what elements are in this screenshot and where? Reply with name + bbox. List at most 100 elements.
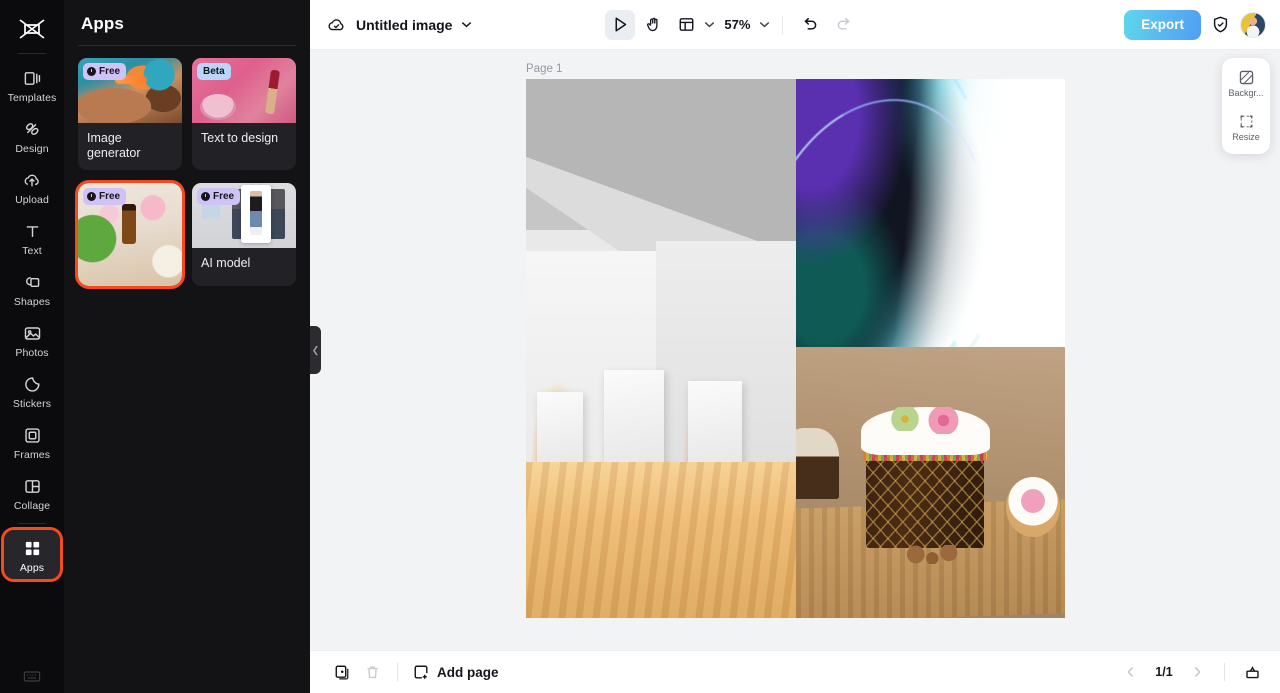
chevron-down-icon[interactable] — [461, 21, 472, 28]
page-label: Page 1 — [526, 63, 563, 75]
easter-cake-photo[interactable] — [796, 347, 1065, 618]
undo-button[interactable] — [795, 10, 825, 40]
avatar[interactable] — [1239, 11, 1266, 38]
sidebar-label: Text — [22, 245, 42, 257]
shapes-icon — [21, 271, 43, 293]
panel-collapse-handle[interactable]: ❮ — [310, 326, 321, 374]
rail-divider-top — [18, 53, 46, 54]
background-icon — [1238, 69, 1255, 86]
status-badge-free: Free — [83, 188, 127, 205]
redo-button[interactable] — [828, 10, 858, 40]
clock-icon — [87, 67, 96, 76]
present-button[interactable] — [1238, 658, 1266, 686]
zoom-chevron-down-icon[interactable] — [759, 21, 770, 28]
sidebar-item-design[interactable]: Design — [4, 111, 60, 160]
prev-page-button[interactable] — [1117, 658, 1145, 686]
app-card-thumbnail: Free — [78, 183, 182, 286]
bottom-bar: Add page 1/1 — [310, 650, 1280, 693]
app-card-thumbnail: Free — [78, 58, 182, 123]
sidebar-item-apps[interactable]: Apps — [1, 527, 63, 582]
background-label: Backgr... — [1228, 88, 1264, 98]
badge-label: Beta — [203, 66, 225, 77]
layout-tool-button[interactable] — [671, 10, 701, 40]
sidebar-item-text[interactable]: Text — [4, 213, 60, 262]
badge-label: Free — [99, 66, 121, 77]
model-preview-card — [240, 185, 271, 243]
clock-icon — [201, 192, 210, 201]
app-card-thumbnail: Beta — [192, 58, 296, 123]
sidebar-item-shapes[interactable]: Shapes — [4, 264, 60, 313]
sidebar-item-upload[interactable]: Upload — [4, 162, 60, 211]
sidebar-label: Stickers — [12, 398, 52, 410]
canvas-page[interactable] — [526, 79, 1065, 618]
add-page-button[interactable]: Add page — [413, 664, 499, 681]
sidebar-item-templates[interactable]: Templates — [4, 60, 60, 109]
badge-label: Free — [213, 191, 235, 202]
photos-icon — [21, 322, 43, 344]
document-title[interactable]: Untitled image — [356, 17, 452, 33]
design-icon — [21, 118, 43, 140]
keyboard-icon[interactable] — [23, 670, 41, 683]
left-nav-rail: Templates Design Upload Text Shapes Phot… — [0, 0, 64, 693]
chevron-left-icon: ❮ — [311, 344, 320, 355]
sidebar-label: Photos — [15, 347, 49, 359]
sidebar-label: Apps — [19, 562, 45, 574]
layout-chevron-down-icon[interactable] — [704, 21, 715, 28]
pink-flower-shape — [922, 406, 966, 434]
apps-card-grid: Free Image generator Beta Text to design — [75, 58, 296, 289]
app-card-ai-model[interactable]: Free AI model — [192, 183, 296, 286]
app-card-text-to-design[interactable]: Beta Text to design — [192, 58, 296, 170]
delete-page-button[interactable] — [358, 658, 386, 686]
app-card-image-generator[interactable]: Free Image generator — [78, 58, 182, 170]
background-button[interactable]: Backgr... — [1224, 65, 1268, 103]
resize-button[interactable]: Resize — [1224, 109, 1268, 147]
rail-divider-bottom — [18, 523, 46, 524]
app-card-selected[interactable]: Free — [75, 180, 185, 289]
next-page-button[interactable] — [1183, 658, 1211, 686]
shield-check-icon[interactable] — [1211, 15, 1230, 34]
bottom-divider — [397, 663, 398, 681]
nav-divider — [1224, 663, 1225, 681]
display-panel — [604, 370, 664, 473]
templates-icon — [21, 67, 43, 89]
wood-floor-shape — [526, 461, 796, 618]
capcut-logo-icon[interactable] — [12, 12, 52, 46]
abstract-waves-photo[interactable] — [796, 79, 1065, 347]
select-tool-button[interactable] — [605, 9, 636, 40]
upload-cloud-icon — [21, 169, 43, 191]
zoom-level[interactable]: 57% — [724, 17, 750, 32]
toolbar-center-group: 57% — [605, 9, 858, 40]
canvas-tools-panel: Backgr... Resize — [1222, 58, 1270, 154]
frames-icon — [21, 424, 43, 446]
collage-icon — [21, 475, 43, 497]
page-title: Apps — [81, 14, 124, 33]
sidebar-label: Collage — [13, 500, 51, 512]
app-card-thumbnail: Free — [192, 183, 296, 248]
sidebar-item-photos[interactable]: Photos — [4, 315, 60, 364]
add-page-label: Add page — [437, 664, 499, 680]
display-panel — [536, 391, 583, 473]
status-badge-free: Free — [197, 188, 241, 205]
sidebar-item-collage[interactable]: Collage — [4, 468, 60, 517]
top-toolbar: Untitled image 57% Export — [310, 0, 1280, 50]
almonds-shape — [903, 544, 963, 564]
sidebar-label: Frames — [13, 449, 51, 461]
main-area: Untitled image 57% Export Page 1 Backgr.… — [310, 0, 1280, 693]
status-badge-beta: Beta — [197, 63, 231, 80]
canvas-area[interactable]: Page 1 Backgr... Resize — [310, 50, 1280, 650]
hand-tool-button[interactable] — [638, 10, 668, 40]
green-flower-shape — [884, 406, 926, 432]
page-navigation: 1/1 — [1117, 658, 1266, 686]
app-card-label: AI model — [201, 256, 251, 270]
export-button[interactable]: Export — [1124, 9, 1201, 40]
small-cake-shape — [1005, 477, 1060, 537]
sidebar-item-frames[interactable]: Frames — [4, 417, 60, 466]
cloud-saved-icon[interactable] — [326, 16, 347, 33]
interior-gallery-photo[interactable] — [526, 79, 796, 618]
apps-panel: Apps Free Image generator Beta Text to d… — [64, 0, 310, 693]
stickers-icon — [21, 373, 43, 395]
sidebar-item-stickers[interactable]: Stickers — [4, 366, 60, 415]
text-icon — [21, 220, 43, 242]
duplicate-page-button[interactable] — [328, 658, 356, 686]
secondary-cake-shape — [796, 428, 840, 499]
